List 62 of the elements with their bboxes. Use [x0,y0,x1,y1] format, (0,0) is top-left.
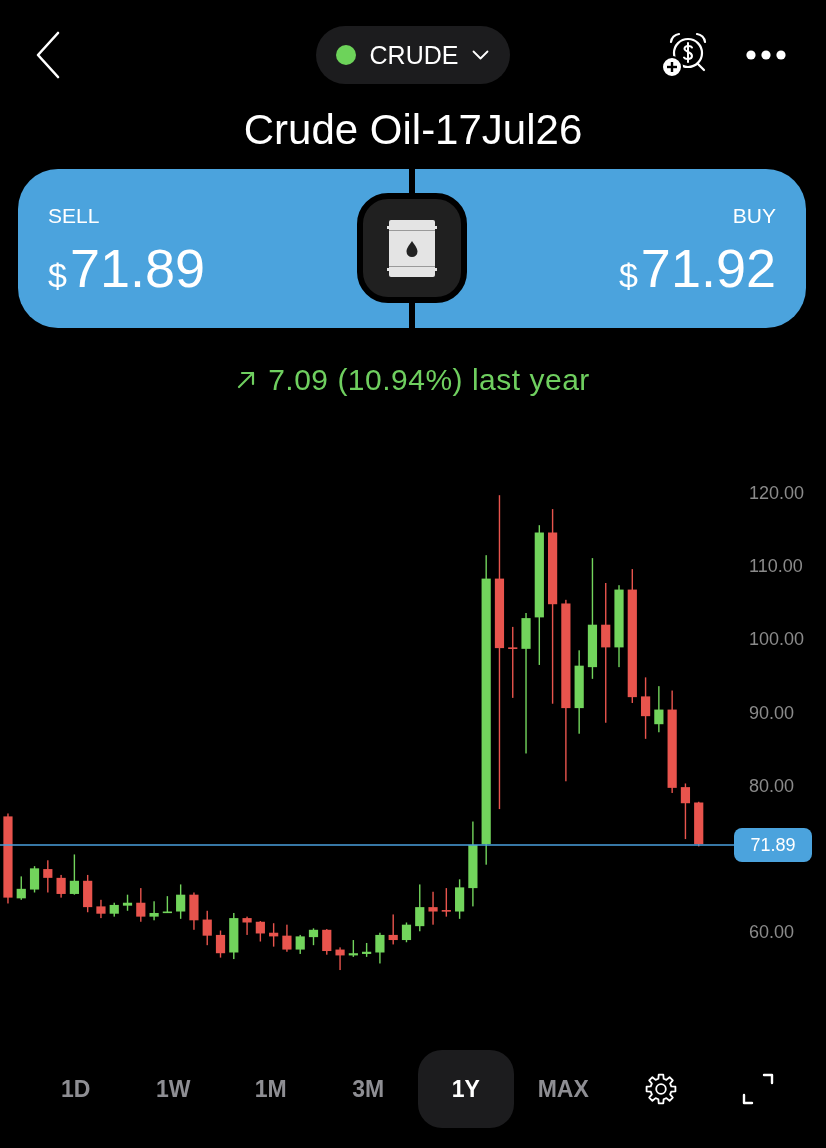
candlestick [189,892,199,930]
range-tab[interactable]: 1Y [417,1050,514,1128]
axis-label: 100.00 [749,629,805,650]
candlestick [441,888,451,917]
candlestick [255,921,265,942]
candlestick [162,896,172,914]
candlestick [149,901,159,921]
candlestick [348,940,358,957]
settings-icon[interactable] [644,1073,677,1105]
candlestick [269,923,279,947]
candlestick [16,876,26,900]
range-tab[interactable]: 1D [27,1050,124,1128]
candlestick [415,884,425,932]
candlestick [362,943,372,957]
candlestick [680,783,691,840]
candlestick [202,910,212,946]
contract-title: Crude Oil-17Jul26 [243,105,583,155]
candlestick [282,924,292,952]
expand-icon[interactable] [742,1073,775,1105]
axis-label: 110.00 [749,556,803,577]
candlestick [335,947,345,971]
candlestick [29,866,40,893]
candlestick [83,874,93,913]
axis-label: 80.00 [749,775,795,796]
candlestick [96,899,106,919]
symbol-selector[interactable]: CRUDE [315,26,511,84]
candlestick [508,626,518,698]
range-tab[interactable]: 1W [125,1050,222,1128]
candlestick [428,891,438,925]
candlestick [215,930,226,958]
more-icon[interactable] [746,50,786,60]
candlestick [229,913,239,960]
back-icon[interactable] [35,31,61,79]
chevron-down-icon [472,50,490,60]
axis-label: 120.00 [749,483,805,503]
range-tab[interactable]: 1M [222,1050,319,1128]
candlestick [455,879,465,919]
candlestick [136,888,146,922]
candlestick [388,914,398,945]
candlestick [375,932,385,964]
candlestick [295,934,305,954]
axis-label: 60.00 [749,922,795,942]
candlestick [242,916,252,935]
oil-barrel-icon [357,193,467,303]
range-tab[interactable]: 3M [320,1050,417,1128]
candlestick [122,894,133,911]
axis-label: 90.00 [749,702,795,723]
ref-line-label: 71.89 [750,835,796,855]
change-text: 7.09 (10.94%) last year [268,362,590,398]
candlestick [401,922,412,943]
candlestick [56,874,66,898]
candlestick [43,860,53,893]
price-badge: 71.89 [734,828,812,862]
candlestick [322,929,332,955]
candlestick [176,884,186,919]
candlestick [308,928,319,946]
candlestick [694,801,704,847]
candlestick [109,902,119,917]
candlestick [654,686,664,733]
range-tab[interactable]: MAX [515,1050,612,1128]
candlestick [69,854,79,895]
candlestick [641,677,651,739]
